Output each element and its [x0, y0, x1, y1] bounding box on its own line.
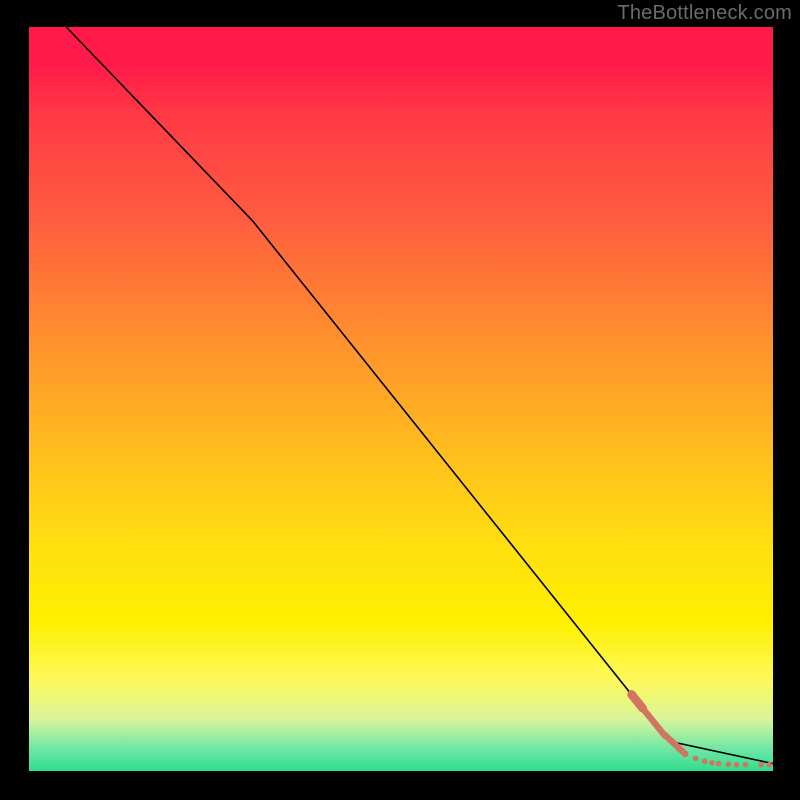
marker-dot: [702, 759, 708, 765]
marker-dot: [743, 762, 749, 768]
watermark-text: TheBottleneck.com: [617, 2, 792, 25]
chart-frame: TheBottleneck.com: [0, 0, 800, 800]
bottleneck-curve: [66, 27, 773, 764]
marker-dot: [758, 762, 764, 768]
marker-dot: [734, 762, 740, 768]
marker-dot: [682, 751, 688, 757]
plot-area: [29, 27, 773, 771]
chart-svg: [29, 27, 773, 771]
marker-dot: [726, 762, 732, 768]
marker-dot: [767, 762, 773, 768]
marker-group: [632, 694, 773, 767]
marker-dot: [693, 756, 699, 762]
marker-dot: [709, 760, 715, 766]
marker-dot: [716, 761, 722, 767]
